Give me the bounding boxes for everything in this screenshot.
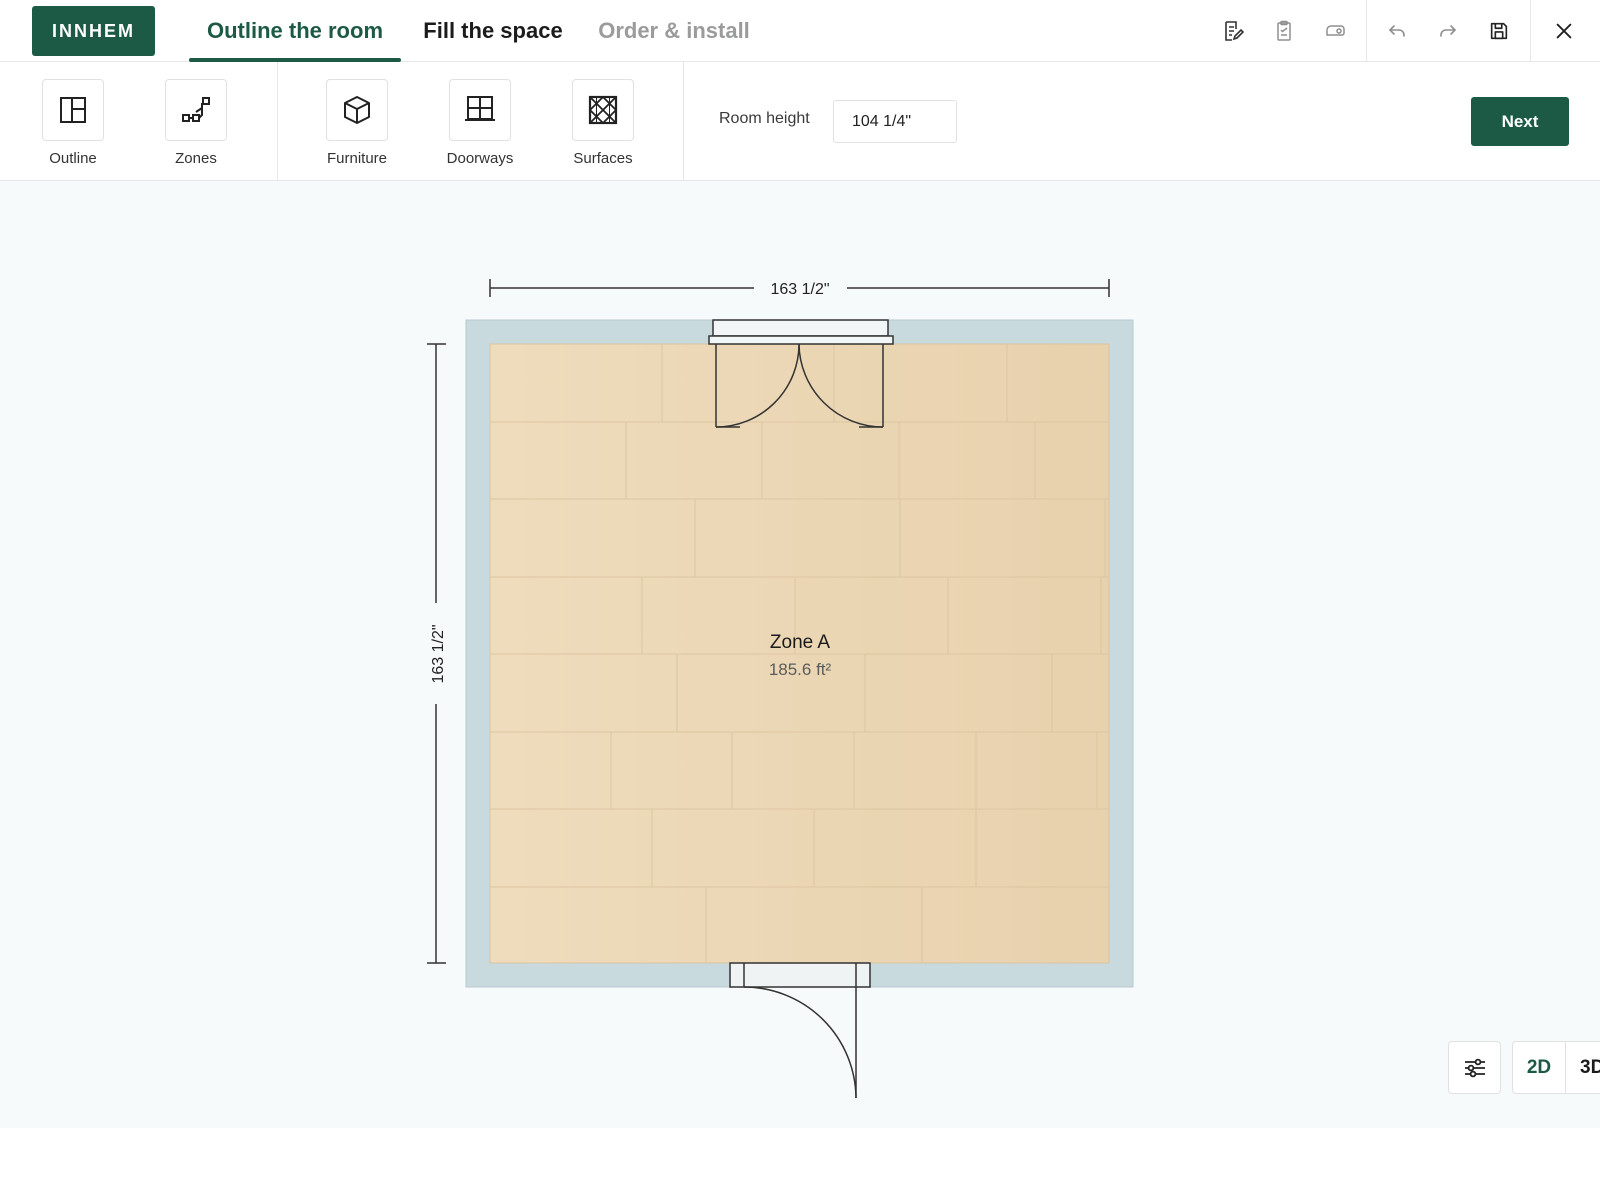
clipboard-icon[interactable] bbox=[1266, 13, 1302, 49]
tab-order-and-install[interactable]: Order & install bbox=[590, 0, 758, 62]
tool-divider bbox=[683, 62, 684, 181]
undo-icon[interactable] bbox=[1379, 13, 1415, 49]
zones-icon bbox=[165, 79, 227, 141]
doorways-window-icon bbox=[449, 79, 511, 141]
header-divider bbox=[1366, 0, 1367, 62]
room-height-label: Room height bbox=[719, 110, 810, 127]
tab-outline-the-room[interactable]: Outline the room bbox=[189, 0, 401, 62]
tape-measure-icon[interactable] bbox=[1317, 13, 1353, 49]
header-divider bbox=[1530, 0, 1531, 62]
tool-furniture[interactable]: Furniture bbox=[307, 79, 407, 167]
floorplan-drawing: 163 1/2" 163 1/2" Zone A 185.6 ft² bbox=[427, 279, 1134, 1099]
top-bar: INNHEM Outline the room Fill the space O… bbox=[0, 0, 1600, 62]
bottom-door[interactable] bbox=[729, 962, 871, 1099]
save-icon[interactable] bbox=[1481, 13, 1517, 49]
planner-app: INNHEM Outline the room Fill the space O… bbox=[0, 0, 1600, 1200]
floor-surface[interactable] bbox=[489, 343, 1110, 964]
zone-name[interactable]: Zone A bbox=[770, 632, 831, 653]
tool-zones[interactable]: Zones bbox=[146, 79, 246, 167]
tool-label: Furniture bbox=[326, 150, 388, 167]
zone-area: 185.6 ft² bbox=[769, 660, 832, 679]
tool-label: Doorways bbox=[446, 150, 514, 167]
width-label: 163 1/2" bbox=[770, 281, 829, 298]
sliders-icon bbox=[1464, 1058, 1485, 1077]
next-button[interactable]: Next bbox=[1471, 97, 1569, 146]
tool-doorways[interactable]: Doorways bbox=[430, 79, 530, 167]
tool-outline[interactable]: Outline bbox=[23, 79, 123, 167]
floorplan-canvas[interactable]: 163 1/2" 163 1/2" Zone A 185.6 ft² bbox=[0, 181, 1600, 1128]
tool-label: Zones bbox=[175, 150, 217, 167]
view-settings-button[interactable] bbox=[1448, 1041, 1501, 1094]
redo-icon[interactable] bbox=[1430, 13, 1466, 49]
furniture-cube-icon bbox=[326, 79, 388, 141]
surfaces-pattern-icon bbox=[572, 79, 634, 141]
view-3d-button[interactable]: 3D bbox=[1565, 1041, 1600, 1094]
brand-logo[interactable]: INNHEM bbox=[32, 6, 155, 56]
tool-label: Outline bbox=[49, 150, 97, 167]
room-height-input[interactable] bbox=[833, 100, 957, 143]
view-2d-button[interactable]: 2D bbox=[1512, 1041, 1566, 1094]
edit-list-icon[interactable] bbox=[1215, 13, 1251, 49]
outline-icon bbox=[42, 79, 104, 141]
tool-panel: Outline Zones Furniture Doorways Surface… bbox=[0, 62, 1600, 181]
tab-fill-the-space[interactable]: Fill the space bbox=[413, 0, 573, 62]
tool-divider bbox=[277, 62, 278, 181]
close-icon[interactable] bbox=[1546, 13, 1582, 49]
tool-surfaces[interactable]: Surfaces bbox=[553, 79, 653, 167]
height-label: 163 1/2" bbox=[430, 624, 447, 683]
tool-label: Surfaces bbox=[573, 150, 633, 167]
